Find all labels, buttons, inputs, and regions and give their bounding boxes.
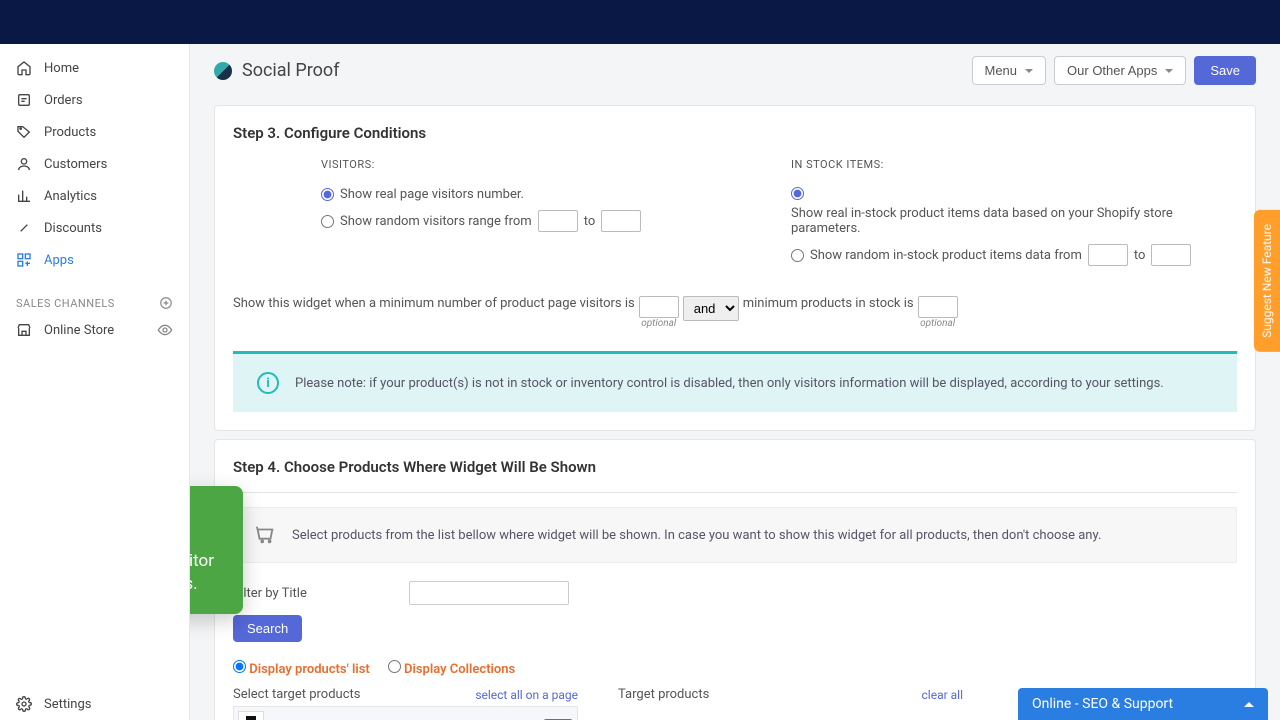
channel-label: Online Store	[44, 323, 114, 338]
visitors-from-input[interactable]	[538, 210, 578, 232]
chevron-up-icon	[1244, 702, 1254, 707]
radio-stock-real[interactable]: Show real in-stock product items data ba…	[791, 183, 1237, 240]
radio-stock-random[interactable]: Show random in-stock product items data …	[791, 240, 1237, 270]
nav-label: Discounts	[44, 221, 102, 236]
page-title-text: Social Proof	[242, 60, 339, 81]
nav-discounts[interactable]: Discounts	[0, 212, 189, 244]
apps-icon	[16, 252, 32, 268]
product-thumb	[238, 711, 264, 720]
top-bar	[0, 0, 1280, 44]
home-icon	[16, 60, 32, 76]
menu-button[interactable]: Menu	[972, 56, 1047, 85]
widget-when-text-2: minimum products in stock is	[743, 296, 914, 311]
radio-display-collections[interactable]: Display Collections	[388, 660, 515, 677]
nav-label: Products	[44, 125, 96, 140]
clear-all-link[interactable]: clear all	[922, 688, 964, 702]
add-channel-icon[interactable]	[159, 296, 173, 310]
nav-label: Settings	[44, 697, 91, 712]
user-icon	[16, 156, 32, 172]
nav-apps[interactable]: Apps	[0, 244, 189, 276]
select-all-link[interactable]: select all on a page	[475, 688, 578, 702]
stock-from-input[interactable]	[1088, 244, 1128, 266]
info-text: Please note: if your product(s) is not i…	[295, 376, 1164, 391]
sidebar: Home Orders Products Customers Analytics…	[0, 44, 190, 720]
onboarding-tooltip: Display actual or random numbers regardi…	[190, 486, 243, 614]
nav-orders[interactable]: Orders	[0, 84, 189, 116]
gear-icon	[16, 696, 32, 712]
and-or-select[interactable]: and	[683, 296, 739, 321]
store-icon	[16, 322, 32, 338]
step4-title: Step 4. Choose Products Where Widget Wil…	[233, 458, 1237, 476]
chevron-down-icon	[1025, 69, 1033, 73]
step3-title: Step 3. Configure Conditions	[233, 124, 1237, 142]
nav-settings[interactable]: Settings	[0, 688, 189, 720]
app-logo-icon	[214, 62, 232, 80]
radio-visitors-random[interactable]: Show random visitors range fromto	[321, 206, 767, 236]
info-icon: i	[257, 372, 279, 394]
nav-products[interactable]: Products	[0, 116, 189, 148]
search-button[interactable]: Search	[233, 615, 302, 642]
radio-display-products[interactable]: Display products' list	[233, 660, 370, 677]
discount-icon	[16, 220, 32, 236]
nav-customers[interactable]: Customers	[0, 148, 189, 180]
other-apps-button[interactable]: Our Other Apps	[1054, 56, 1186, 85]
min-stock-input[interactable]	[918, 296, 958, 318]
chevron-down-icon	[1165, 69, 1173, 73]
step3-panel: Step 3. Configure Conditions VISITORS: S…	[214, 105, 1256, 431]
sales-channels-header: SALES CHANNELS	[0, 284, 189, 314]
select-target-label: Select target products	[233, 687, 361, 702]
nav-label: Orders	[44, 93, 83, 108]
filter-input[interactable]	[409, 581, 569, 605]
channel-online-store[interactable]: Online Store	[0, 314, 189, 346]
step4-panel: Step 4. Choose Products Where Widget Wil…	[214, 439, 1256, 720]
tag-icon	[16, 124, 32, 140]
main-content: Social Proof Menu Our Other Apps Save St…	[190, 44, 1280, 720]
info-banner: i Please note: if your product(s) is not…	[233, 351, 1237, 412]
nav-label: Customers	[44, 157, 107, 172]
nav-label: Home	[44, 61, 79, 76]
product-row: Apple iPhone 5 16GB (White) - AT&T $20.0…	[233, 706, 578, 720]
page-title: Social Proof	[214, 60, 339, 81]
select-banner-text: Select products from the list bellow whe…	[292, 528, 1101, 543]
chat-widget[interactable]: Online - SEO & Support	[1018, 688, 1268, 720]
orders-icon	[16, 92, 32, 108]
nav-home[interactable]: Home	[0, 52, 189, 84]
radio-visitors-real[interactable]: Show real page visitors number.	[321, 183, 767, 206]
nav-analytics[interactable]: Analytics	[0, 180, 189, 212]
target-products-label: Target products	[618, 687, 709, 702]
save-button[interactable]: Save	[1194, 56, 1256, 85]
cart-icon	[254, 524, 276, 546]
chat-label: Online - SEO & Support	[1032, 696, 1173, 712]
visitors-to-input[interactable]	[601, 210, 641, 232]
eye-icon[interactable]	[157, 322, 173, 338]
widget-when-text-1: Show this widget when a minimum number o…	[233, 296, 635, 311]
stock-label: IN STOCK ITEMS:	[791, 158, 1237, 171]
nav-label: Analytics	[44, 189, 97, 204]
stock-to-input[interactable]	[1151, 244, 1191, 266]
nav-label: Apps	[44, 253, 74, 268]
min-visitors-input[interactable]	[639, 296, 679, 318]
analytics-icon	[16, 188, 32, 204]
filter-label: Filter by Title	[233, 586, 393, 601]
select-banner: Select products from the list bellow whe…	[233, 507, 1237, 563]
suggest-feature-tab[interactable]: Suggest New Feature	[1254, 210, 1280, 352]
section-label: SALES CHANNELS	[16, 297, 115, 310]
visitors-label: VISITORS:	[321, 158, 767, 171]
